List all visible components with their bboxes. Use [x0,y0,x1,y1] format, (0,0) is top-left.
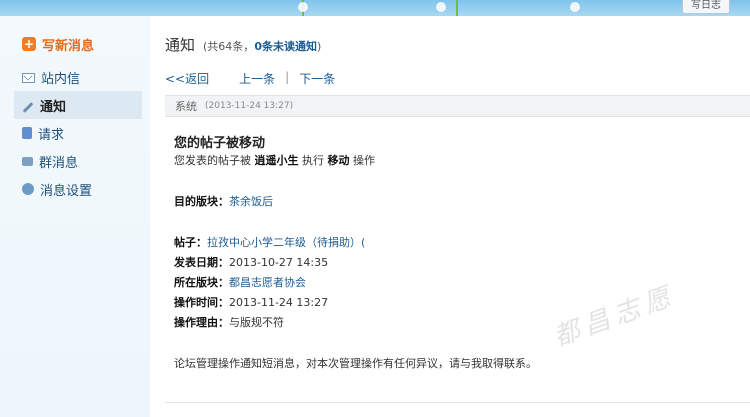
message-sender: 系统 [175,100,197,113]
operation-name: 移动 [327,154,350,167]
divider [165,402,750,403]
operation-reason-label: 操作理由： [174,316,229,329]
post-date-row: 发表日期：2013-10-27 14:35 [174,253,734,273]
source-board-link[interactable]: 都昌志愿者协会 [229,276,306,289]
back-link[interactable]: <<返回 [165,70,209,87]
compose-label: 写新消息 [42,38,95,54]
target-board-label: 目的版块： [174,195,229,208]
sidebar-item-label: 消息设置 [40,183,93,199]
count-prefix: (共64条， [203,40,255,53]
previous-link[interactable]: 上一条 [239,70,275,87]
pencil-icon [22,102,34,113]
write-blog-button[interactable]: 写日志 [682,0,730,14]
sidebar-item-inbox[interactable]: 站内信 [14,63,142,91]
sidebar-item-label: 通知 [40,99,67,115]
sidebar-item-notifications[interactable]: 通知 [14,91,142,119]
message-body: 您的帖子被移动 您发表的帖子被 逍遥小生 执行 移动 操作 目的版块：茶余饭后 … [174,132,734,374]
message-subject: 您的帖子被移动 [174,136,266,151]
post-label: 帖子： [174,236,207,249]
sidebar: + 写新消息 站内信 通知 请求 群消息 消息设置 [0,16,150,417]
message-header: 系统 (2013-11-24 13:27) [165,95,750,117]
top-banner: 写日志 [0,0,750,16]
sidebar-item-label: 群消息 [39,155,79,171]
request-icon [22,127,32,139]
operator-name: 逍遥小生 [254,154,299,167]
sidebar-item-label: 请求 [38,127,65,143]
operation-reason-value: 与版规不符 [229,316,284,329]
flower-icon [298,2,308,12]
message-footer: 论坛管理操作通知短消息，对本次管理操作有任何异议，请与我取得联系。 [174,357,537,370]
compose-message-button[interactable]: + 写新消息 [22,34,94,54]
operation-time-label: 操作时间： [174,296,229,309]
main-content: 通知 (共64条，0条未读通知) <<返回 上一条 | 下一条 系统 (2013… [150,16,750,417]
page-header: 通知 (共64条，0条未读通知) [165,34,321,55]
sidebar-nav: 站内信 通知 请求 群消息 消息设置 [14,63,142,203]
sidebar-item-requests[interactable]: 请求 [14,119,142,147]
group-message-icon [22,156,33,166]
post-date-value: 2013-10-27 14:35 [229,256,329,269]
flower-icon [436,2,446,12]
count-suffix: ) [316,40,322,53]
post-date-label: 发表日期： [174,256,229,269]
sidebar-item-group-messages[interactable]: 群消息 [14,147,142,175]
mail-icon [22,73,35,83]
message-summary: 您发表的帖子被 逍遥小生 执行 移动 操作 [174,151,734,171]
target-board-link[interactable]: 茶余饭后 [229,195,273,208]
summary-text: 执行 [302,154,324,167]
flower-icon [570,2,580,12]
settings-icon [22,183,34,195]
target-board-row: 目的版块：茶余饭后 [174,192,734,212]
unread-count[interactable]: 0条未读通知 [254,40,317,53]
banner-decoration [456,0,458,16]
post-row: 帖子：拉孜中心小学二年级（待捐助）( [174,233,734,253]
sidebar-item-message-settings[interactable]: 消息设置 [14,175,142,203]
sidebar-item-label: 站内信 [41,71,81,87]
source-board-label: 所在版块： [174,276,229,289]
operation-time-value: 2013-11-24 13:27 [229,296,329,309]
next-link[interactable]: 下一条 [299,70,335,87]
summary-text: 操作 [353,154,375,167]
post-link[interactable]: 拉孜中心小学二年级（待捐助）( [207,236,365,249]
plus-icon: + [22,37,36,51]
summary-text: 您发表的帖子被 [174,154,251,167]
separator: | [285,70,290,84]
message-navigation: <<返回 上一条 | 下一条 [165,70,335,87]
message-time: (2013-11-24 13:27) [205,101,294,111]
page-title: 通知 [165,36,196,54]
notification-count: (共64条，0条未读通知) [203,38,321,54]
